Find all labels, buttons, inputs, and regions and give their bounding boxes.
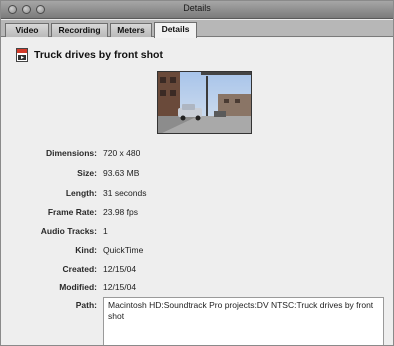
title-bar[interactable]: Details — [1, 1, 393, 19]
detail-row-modified: Modified: 12/15/04 — [1, 282, 393, 294]
path-label: Path: — [75, 300, 97, 310]
tab-meters[interactable]: Meters — [110, 23, 152, 37]
detail-value: 12/15/04 — [103, 282, 137, 292]
path-field[interactable]: Macintosh HD:Soundtrack Pro projects:DV … — [103, 297, 384, 345]
detail-label: Created: — [62, 264, 97, 274]
tab-bar: Video Recording Meters Details — [1, 20, 393, 38]
detail-label: Modified: — [59, 282, 97, 292]
detail-row-kind: Kind: QuickTime — [1, 245, 393, 257]
quicktime-movie-icon — [16, 48, 28, 62]
detail-value: 93.63 MB — [103, 168, 140, 178]
video-thumbnail — [157, 71, 252, 134]
file-name: Truck drives by front shot — [34, 49, 163, 61]
detail-label: Audio Tracks: — [40, 226, 97, 236]
detail-value: 23.98 fps — [103, 207, 138, 217]
detail-row-created: Created: 12/15/04 — [1, 264, 393, 276]
detail-row-audio-tracks: Audio Tracks: 1 — [1, 226, 393, 238]
detail-label: Length: — [65, 188, 97, 198]
detail-label: Size: — [77, 168, 97, 178]
detail-value: 31 seconds — [103, 188, 147, 198]
detail-label: Kind: — [75, 245, 97, 255]
detail-value: 12/15/04 — [103, 264, 137, 274]
detail-row-dimensions: Dimensions: 720 x 480 — [1, 148, 393, 160]
tab-details[interactable]: Details — [154, 22, 197, 38]
tab-video[interactable]: Video — [5, 23, 49, 37]
detail-row-size: Size: 93.63 MB — [1, 168, 393, 180]
detail-value: 1 — [103, 226, 108, 236]
details-window: Details Video Recording Meters Details T… — [0, 0, 394, 346]
details-panel: Truck drives by front shot Dimensions: 7… — [1, 38, 393, 345]
detail-label: Frame Rate: — [47, 207, 97, 217]
detail-value: QuickTime — [103, 245, 144, 255]
detail-value: 720 x 480 — [103, 148, 141, 158]
detail-row-frame-rate: Frame Rate: 23.98 fps — [1, 207, 393, 219]
detail-row-length: Length: 31 seconds — [1, 188, 393, 200]
detail-label: Dimensions: — [45, 148, 97, 158]
window-title: Details — [183, 3, 211, 13]
tab-recording[interactable]: Recording — [51, 23, 108, 37]
